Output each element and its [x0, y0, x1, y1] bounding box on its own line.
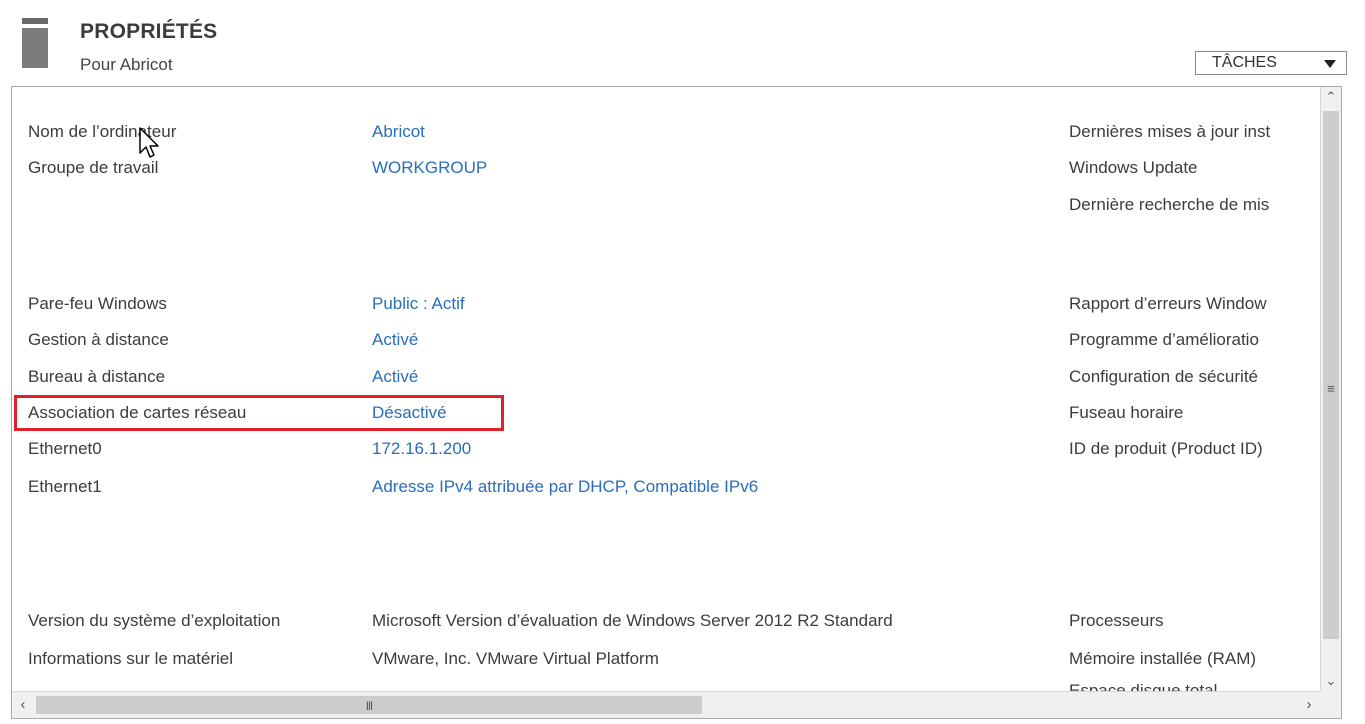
ethernet0-label: Ethernet0 — [28, 439, 102, 458]
server-icon — [22, 18, 48, 68]
grip-icon: ǀǀǀ — [365, 699, 373, 713]
scrollbar-corner — [1320, 691, 1341, 718]
scroll-up-icon[interactable]: ⌃ — [1321, 87, 1341, 107]
mouse-cursor-icon — [139, 127, 159, 158]
tasks-dropdown[interactable]: TÂCHES — [1195, 51, 1347, 75]
firewall-link[interactable]: Public : Actif — [372, 294, 465, 314]
horizontal-scrollbar[interactable]: ‹ ǀǀǀ › — [12, 691, 1320, 718]
workgroup-link[interactable]: WORKGROUP — [372, 158, 487, 178]
page-title: PROPRIÉTÉS — [80, 20, 218, 43]
highlight-box — [14, 395, 504, 431]
hardware-value: VMware, Inc. VMware Virtual Platform — [372, 649, 659, 668]
vertical-scrollbar[interactable]: ⌃ ≡ ⌄ — [1320, 87, 1341, 691]
os-version-value: Microsoft Version d’évaluation de Window… — [372, 611, 893, 630]
error-reporting-label: Rapport d’erreurs Window — [1069, 294, 1267, 313]
properties-panel: Nom de l’ordinateur Abricot Groupe de tr… — [11, 86, 1342, 719]
disk-space-label: Espace disque total — [1069, 681, 1218, 691]
windows-update-label: Windows Update — [1069, 158, 1198, 177]
hardware-label: Informations sur le matériel — [28, 649, 234, 668]
ethernet1-label: Ethernet1 — [28, 477, 102, 496]
remote-desktop-label: Bureau à distance — [28, 367, 166, 386]
scroll-down-icon[interactable]: ⌄ — [1321, 671, 1341, 691]
horizontal-scroll-thumb[interactable]: ǀǀǀ — [36, 696, 702, 714]
chevron-down-icon — [1324, 60, 1336, 68]
grip-icon: ≡ — [1327, 381, 1335, 396]
last-check-label: Dernière recherche de mis — [1069, 195, 1270, 214]
timezone-label: Fuseau horaire — [1069, 403, 1184, 422]
properties-content: Nom de l’ordinateur Abricot Groupe de tr… — [12, 87, 1320, 691]
ram-label: Mémoire installée (RAM) — [1069, 649, 1257, 668]
remote-management-link[interactable]: Activé — [372, 330, 418, 350]
remote-desktop-link[interactable]: Activé — [372, 367, 418, 387]
os-version-label: Version du système d’exploitation — [28, 611, 281, 630]
ceip-label: Programme d’amélioratio — [1069, 330, 1259, 349]
remote-management-label: Gestion à distance — [28, 330, 169, 349]
page-subtitle: Pour Abricot — [80, 55, 173, 74]
scroll-left-icon[interactable]: ‹ — [12, 692, 34, 718]
security-config-label: Configuration de sécurité — [1069, 367, 1259, 386]
vertical-scroll-thumb[interactable]: ≡ — [1323, 111, 1339, 639]
product-id-label: ID de produit (Product ID) — [1069, 439, 1263, 458]
tasks-label: TÂCHES — [1212, 54, 1277, 71]
ethernet1-link[interactable]: Adresse IPv4 attribuée par DHCP, Compati… — [372, 477, 758, 497]
computer-name-link[interactable]: Abricot — [372, 122, 425, 142]
processors-label: Processeurs — [1069, 611, 1164, 630]
scroll-right-icon[interactable]: › — [1298, 692, 1320, 718]
firewall-label: Pare-feu Windows — [28, 294, 167, 313]
ethernet0-link[interactable]: 172.16.1.200 — [372, 439, 471, 459]
last-updates-label: Dernières mises à jour inst — [1069, 122, 1271, 141]
